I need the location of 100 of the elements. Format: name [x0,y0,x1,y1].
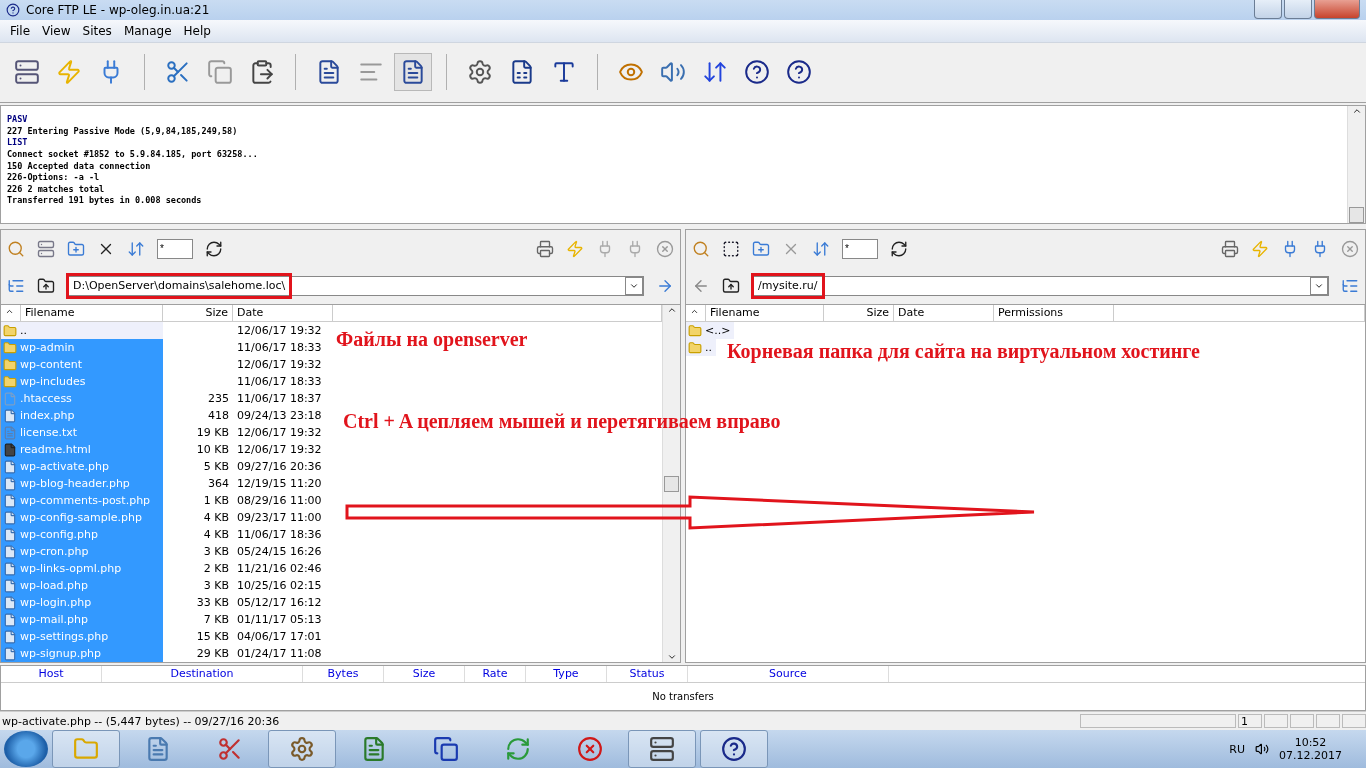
new-folder-icon[interactable] [67,239,85,258]
column-header[interactable]: Rate [465,666,526,683]
file-row[interactable]: wp-load.php 3 KB 10/25/16 02:15 [1,577,333,595]
menu-item[interactable]: View [36,23,77,38]
search-icon[interactable] [692,239,710,258]
column-header[interactable]: Source [688,666,889,683]
file-row[interactable]: index.php 418 09/24/13 23:18 [1,407,333,425]
language-indicator[interactable]: RU [1229,742,1245,756]
file-size: 418 [207,409,230,423]
printer-icon[interactable] [1221,239,1239,258]
scrollbar[interactable] [1347,106,1365,224]
paste-icon[interactable] [249,59,275,86]
column-header[interactable]: Size [384,666,465,683]
settings-icon[interactable] [467,59,493,86]
file-row[interactable]: wp-config-sample.php 4 KB 09/23/17 11:00 [1,509,333,527]
time-text: 10:52 [1294,736,1327,749]
start-button[interactable] [4,731,48,767]
parent-folder-icon[interactable] [37,276,55,295]
column-header[interactable]: Status [607,666,688,683]
file-row[interactable]: wp-mail.php 7 KB 01/11/17 05:13 [1,611,333,629]
editor-icon [361,736,387,762]
scroll-thumb[interactable] [1349,207,1364,224]
parent-folder-icon[interactable] [722,276,740,295]
filter-field[interactable]: * [157,238,193,259]
server-icon[interactable] [14,59,40,86]
file-date: 09/27/16 20:36 [236,460,323,474]
help-icon[interactable] [786,59,812,86]
path-field[interactable]: D:\OpenServer\domains\salehome.loc\ [67,275,644,296]
status-panel [1342,714,1366,729]
file-row[interactable]: readme.html 10 KB 12/06/17 19:32 [1,441,333,459]
column-header[interactable]: Size [824,305,894,322]
taskbar-button[interactable] [268,730,336,768]
filter-field[interactable]: * [842,238,878,259]
column-header[interactable]: Destination [102,666,303,683]
php-file-icon [3,561,17,576]
clock[interactable]: 10:52 07.12.2017 [1279,736,1342,762]
status-text: wp-activate.php -- (5,447 bytes) -- 09/27/16 20:36 [2,714,281,728]
file-row[interactable]: wp-comments-post.php 1 KB 08/29/16 11:00 [1,492,333,510]
column-header[interactable]: Date [233,305,333,322]
file-row[interactable]: wp-activate.php 5 KB 09/27/16 20:36 [1,458,333,476]
menu-item[interactable]: Manage [117,23,178,38]
menu-item[interactable]: Help [177,23,217,38]
file-row[interactable]: .htaccess 235 11/06/17 18:37 [1,390,333,408]
column-header[interactable]: Filename [21,305,163,322]
search-icon[interactable] [7,239,25,258]
transfer-icon[interactable] [812,239,830,258]
dropdown-button[interactable] [1310,276,1328,295]
file-row[interactable]: wp-admin 11/06/17 18:33 [1,339,333,357]
file-row[interactable]: wp-login.php 33 KB 05/12/17 16:12 [1,594,333,612]
scroll-thumb[interactable] [664,475,679,492]
file-row[interactable]: wp-links-opml.php 2 KB 11/21/16 02:46 [1,560,333,578]
close-icon[interactable] [656,239,674,258]
column-header[interactable]: Size [163,305,233,322]
spreadsheet-icon[interactable] [509,59,535,86]
new-folder-icon[interactable] [752,239,770,258]
taskbar-button[interactable] [628,730,696,768]
close-icon[interactable] [1341,239,1359,258]
dropdown-button[interactable] [625,276,643,295]
file-row[interactable]: .. 12/06/17 19:32 [1,322,333,340]
select-icon[interactable] [722,239,740,258]
path-text: /mysite.ru/ [751,272,825,299]
column-header[interactable]: Permissions [994,305,1114,322]
file-row[interactable]: wp-config.php 4 KB 11/06/17 18:36 [1,526,333,544]
column-header[interactable]: Type [526,666,607,683]
menu-item[interactable]: Sites [76,23,118,38]
toolbar-button[interactable] [394,53,432,92]
folder-icon [73,736,99,762]
date-text: 07.12.2017 [1279,749,1342,762]
file-row[interactable]: wp-content 12/06/17 19:32 [1,356,333,374]
copy-icon[interactable] [207,59,233,86]
file-row[interactable]: .. [686,339,716,357]
cut-icon[interactable] [165,59,191,86]
file-row[interactable]: wp-blog-header.php 364 12/19/15 11:20 [1,475,333,493]
file-date: 10/25/16 02:15 [236,579,323,593]
file-row[interactable]: wp-signup.php 29 KB 01/24/17 11:08 [1,645,333,663]
transfer-icon[interactable] [127,239,145,258]
file-row[interactable]: wp-includes 11/06/17 18:33 [1,373,333,391]
path-field[interactable]: /mysite.ru/ [752,275,1329,296]
maximize-button[interactable] [1284,0,1312,19]
taskbar-button[interactable] [700,730,768,768]
document-icon[interactable] [316,59,342,86]
column-header[interactable]: Bytes [303,666,384,683]
folder-icon [3,357,17,372]
refresh-icon[interactable] [205,239,223,258]
close-button[interactable] [1314,0,1360,19]
printer-icon[interactable] [536,239,554,258]
column-header[interactable]: Date [894,305,994,322]
column-header[interactable]: Filename [706,305,824,322]
file-row[interactable]: wp-settings.php 15 KB 04/06/17 17:01 [1,628,333,646]
refresh-icon[interactable] [890,239,908,258]
file-row[interactable]: license.txt 19 KB 12/06/17 19:32 [1,424,333,442]
file-row[interactable]: <..> [686,322,735,340]
volume-icon[interactable] [1255,742,1269,756]
menu-item[interactable]: File [4,23,37,38]
file-row[interactable]: wp-cron.php 3 KB 05/24/15 16:26 [1,543,333,561]
column-header[interactable]: Host [1,666,102,683]
drive-icon[interactable] [37,239,55,258]
log-line: LIST [7,137,29,150]
minimize-button[interactable] [1254,0,1282,19]
document-icon[interactable] [400,59,426,86]
